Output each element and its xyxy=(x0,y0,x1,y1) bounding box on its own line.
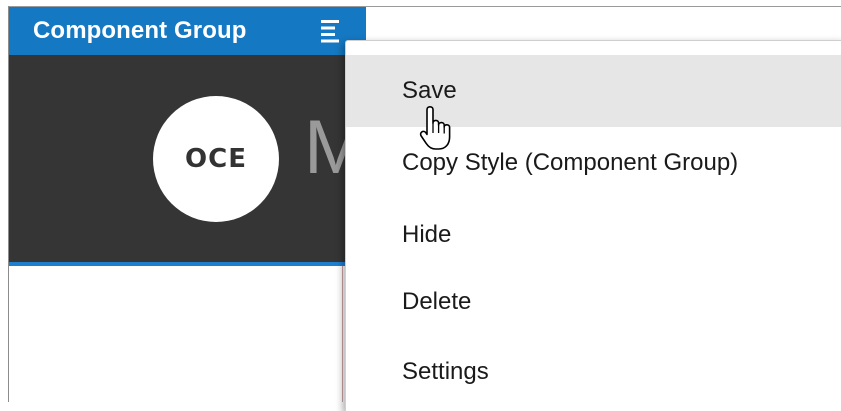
menu-item-hide-label: Hide xyxy=(402,221,452,248)
menu-item-hide[interactable]: Hide xyxy=(346,199,841,271)
component-group-menu-button[interactable] xyxy=(319,18,343,44)
menu-item-save[interactable]: Save xyxy=(346,55,841,127)
hamburger-menu-icon xyxy=(321,20,339,43)
menu-item-settings-label: Settings xyxy=(402,358,489,385)
component-group-context-menu: Save Copy Style (Component Group) Hide D… xyxy=(345,40,841,411)
menu-item-delete-label: Delete xyxy=(402,288,472,315)
menu-item-copy-style-label: Copy Style (Component Group) xyxy=(402,149,739,176)
oce-logo: OCE xyxy=(153,96,279,222)
menu-item-save-label: Save xyxy=(402,77,457,104)
menu-item-delete[interactable]: Delete xyxy=(346,266,841,338)
component-group-header: Component Group xyxy=(9,7,366,55)
canvas-guide-line xyxy=(342,266,343,402)
menu-item-settings[interactable]: Settings xyxy=(346,336,841,408)
component-group-title: Component Group xyxy=(33,17,247,44)
menu-item-copy-style[interactable]: Copy Style (Component Group) xyxy=(346,127,841,199)
oce-logo-text: OCE xyxy=(185,144,247,174)
